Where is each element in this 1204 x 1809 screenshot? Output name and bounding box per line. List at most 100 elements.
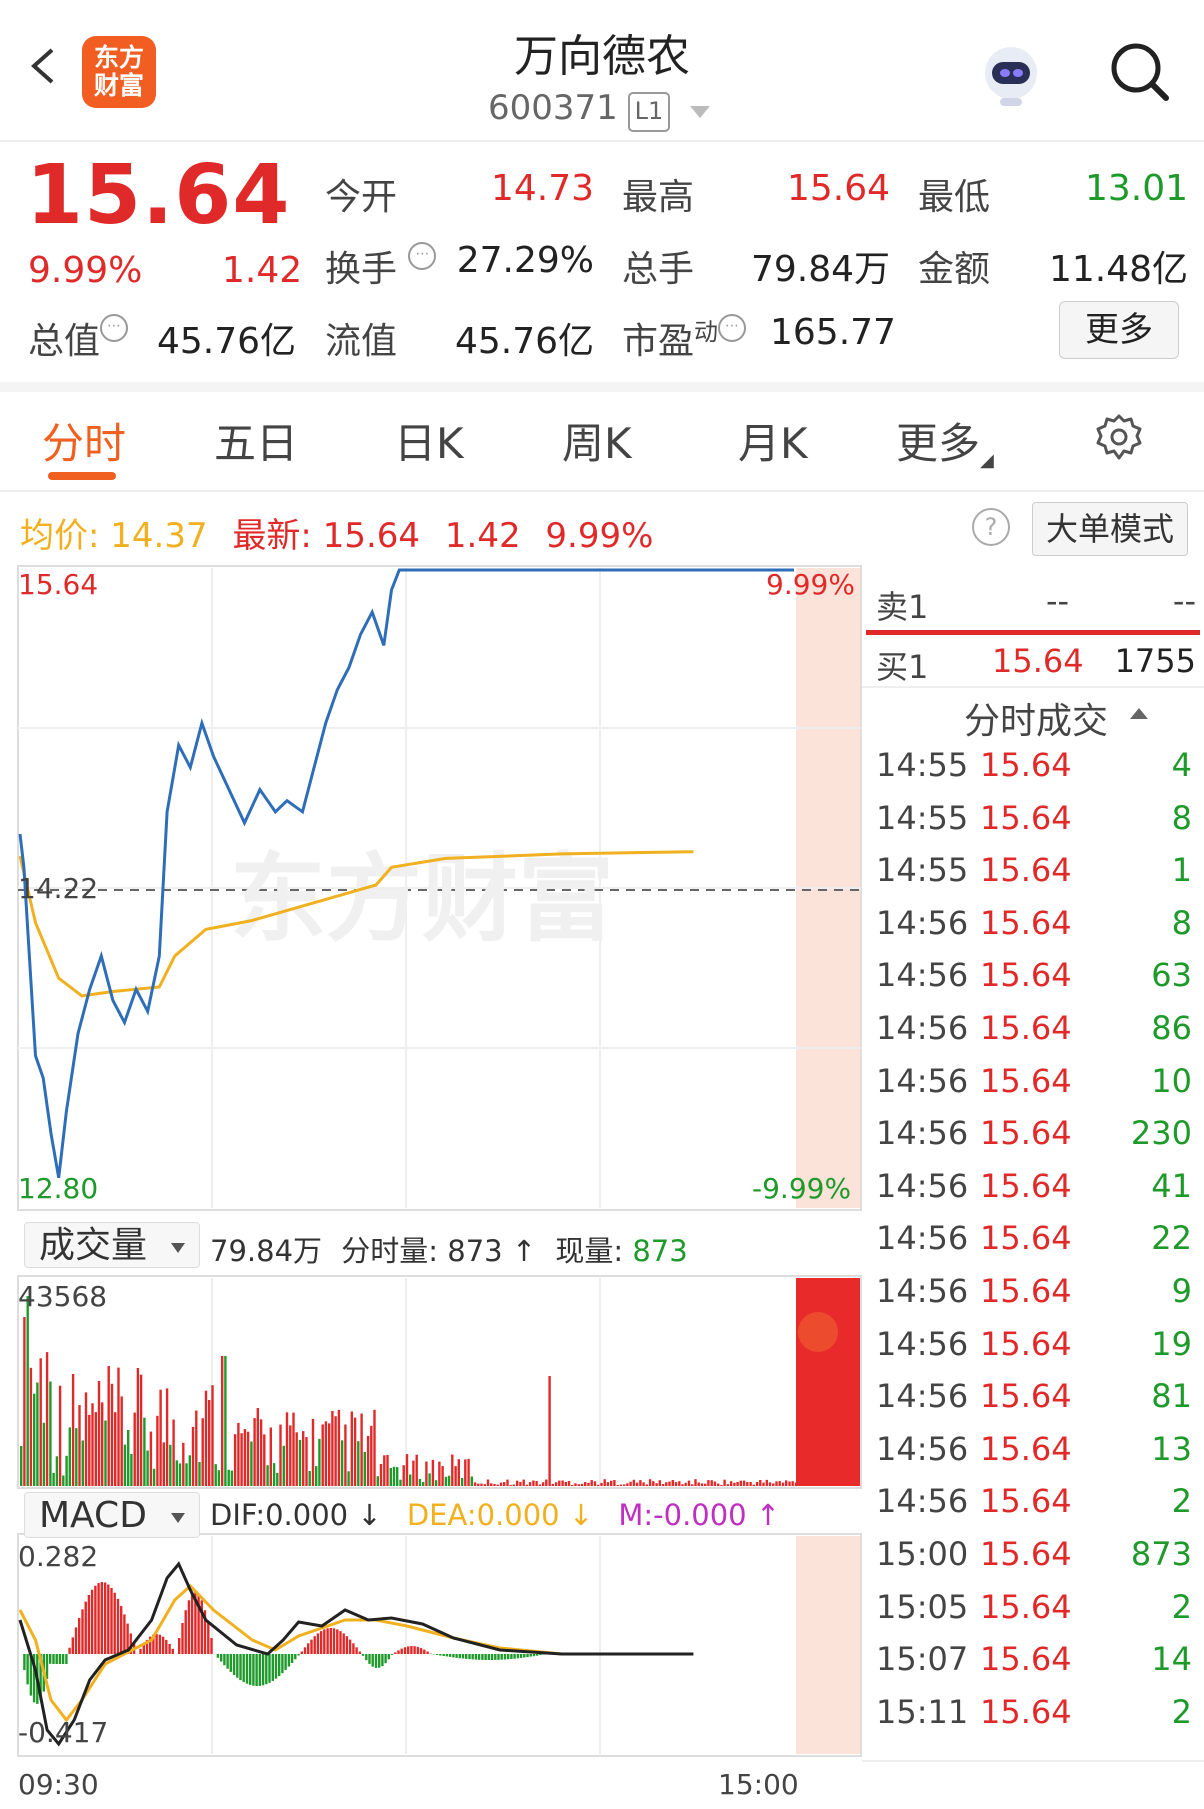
help-icon[interactable]: ? xyxy=(972,508,1010,546)
volume-bar xyxy=(639,1480,642,1486)
trade-row: 15:11 15.64 2 xyxy=(876,1693,1192,1733)
macd-bar xyxy=(439,1654,442,1656)
tab-daily-k[interactable]: 日K xyxy=(394,410,464,471)
volume-indicator-select[interactable]: 成交量 xyxy=(24,1222,200,1268)
trade-price: 15.64 xyxy=(980,1219,1072,1258)
more-button[interactable]: 更多 xyxy=(1059,301,1179,359)
macd-bar xyxy=(223,1654,226,1666)
tab-monthly-k[interactable]: 月K xyxy=(738,410,808,471)
trade-time: 15:05 xyxy=(876,1587,969,1626)
sort-up-icon[interactable] xyxy=(1130,708,1148,719)
volume-bar xyxy=(681,1484,684,1486)
tab-five-day[interactable]: 五日 xyxy=(214,410,298,471)
low-value: 13.01 xyxy=(1084,168,1188,209)
stock-code: 600371 xyxy=(488,88,618,128)
volume-bar xyxy=(211,1385,214,1486)
tab-more[interactable]: 更多◢ xyxy=(896,410,994,471)
volume-bar xyxy=(250,1441,253,1486)
macd-bar xyxy=(307,1643,310,1654)
big-order-mode-button[interactable]: 大单模式 xyxy=(1032,502,1188,556)
amount-label: 金额 xyxy=(918,249,991,290)
macd-bar xyxy=(281,1654,284,1674)
volume-bar xyxy=(402,1465,405,1486)
macd-bar xyxy=(90,1589,94,1654)
volume-bar xyxy=(263,1434,266,1486)
macd-bar xyxy=(100,1582,103,1654)
trade-volume: 873 xyxy=(1130,1535,1192,1573)
volume-bar xyxy=(81,1440,84,1486)
volume-bar xyxy=(389,1468,392,1486)
volume-bar xyxy=(42,1422,46,1486)
tab-intraday[interactable]: 分时 xyxy=(42,410,126,471)
volume-bar xyxy=(65,1455,68,1486)
robot-assistant-icon[interactable] xyxy=(976,40,1046,110)
trade-time: 14:56 xyxy=(876,1429,969,1468)
trade-price: 15.64 xyxy=(980,1692,1072,1731)
volume-bar xyxy=(516,1480,519,1486)
macd-bar xyxy=(503,1654,507,1660)
volume-bar xyxy=(447,1475,451,1486)
trade-volume: 81 xyxy=(1151,1377,1192,1416)
volume-bar xyxy=(590,1480,593,1486)
volume-bar xyxy=(227,1469,230,1486)
volume-bar xyxy=(571,1484,574,1486)
volume-bar xyxy=(366,1435,370,1486)
macd-bar xyxy=(481,1654,484,1660)
volume-bar xyxy=(522,1479,525,1486)
macd-bar xyxy=(74,1627,78,1654)
intraday-chart[interactable]: 东方财富 15.64 14.22 12.80 9.99% -9.99% 4356… xyxy=(0,560,870,1809)
volume-bar xyxy=(188,1455,191,1486)
volume-bar xyxy=(610,1480,613,1486)
volume-bar xyxy=(198,1462,201,1486)
volume-bar xyxy=(347,1471,350,1486)
volume-bar xyxy=(412,1460,415,1486)
info-icon[interactable]: ⋯ xyxy=(408,242,437,270)
macd-bar xyxy=(245,1654,249,1684)
trade-price: 15.64 xyxy=(980,1429,1072,1468)
volume-bar xyxy=(62,1475,65,1486)
tab-weekly-k[interactable]: 周K xyxy=(562,410,632,471)
macd-indicator-select[interactable]: MACD xyxy=(24,1492,200,1538)
info-icon[interactable]: ⋯ xyxy=(718,314,747,342)
info-icon[interactable]: ⋯ xyxy=(100,314,129,342)
trade-row: 14:56 15.64 2 xyxy=(876,1482,1192,1522)
volume-bar xyxy=(736,1481,739,1486)
macd-bar xyxy=(168,1644,171,1654)
macd-bar xyxy=(84,1601,87,1654)
search-icon[interactable] xyxy=(1106,38,1172,104)
macd-bar xyxy=(226,1654,229,1669)
volume-bar xyxy=(350,1411,353,1486)
trade-time: 14:56 xyxy=(876,1009,969,1047)
trade-time: 14:56 xyxy=(876,1219,969,1258)
macd-bar xyxy=(461,1654,465,1659)
volume-bar xyxy=(655,1483,658,1486)
code-dropdown-icon[interactable] xyxy=(690,106,710,118)
macd-bar xyxy=(49,1654,52,1664)
volume-bar xyxy=(289,1425,292,1486)
volume-bar xyxy=(20,1446,23,1486)
volume-bar xyxy=(23,1317,26,1486)
macd-bar xyxy=(261,1654,265,1686)
volume-bar xyxy=(525,1484,529,1486)
macd-bar xyxy=(339,1631,342,1654)
macd-bar xyxy=(326,1628,329,1654)
volume-bar xyxy=(434,1480,438,1486)
volume-bar xyxy=(246,1431,250,1486)
tab-more-caret-icon: ◢ xyxy=(980,450,994,471)
trade-price: 15.64 xyxy=(980,956,1072,995)
trade-volume: 8 xyxy=(1171,903,1192,942)
volume-bar xyxy=(528,1482,532,1486)
volume-bar xyxy=(561,1480,564,1486)
gear-icon[interactable] xyxy=(1094,412,1144,462)
macd-bar xyxy=(423,1649,426,1654)
volume-bar xyxy=(237,1422,240,1486)
trade-time: 14:56 xyxy=(876,1482,969,1521)
macd-bar xyxy=(426,1651,429,1654)
volume-bar xyxy=(165,1388,169,1486)
volume-bar xyxy=(700,1483,704,1486)
back-icon[interactable] xyxy=(26,48,62,84)
expand-icon[interactable] xyxy=(798,1312,838,1352)
macd-bar xyxy=(113,1592,116,1654)
trades-header[interactable]: 分时成交 xyxy=(964,692,1108,744)
level-badge[interactable]: L1 xyxy=(628,92,670,132)
